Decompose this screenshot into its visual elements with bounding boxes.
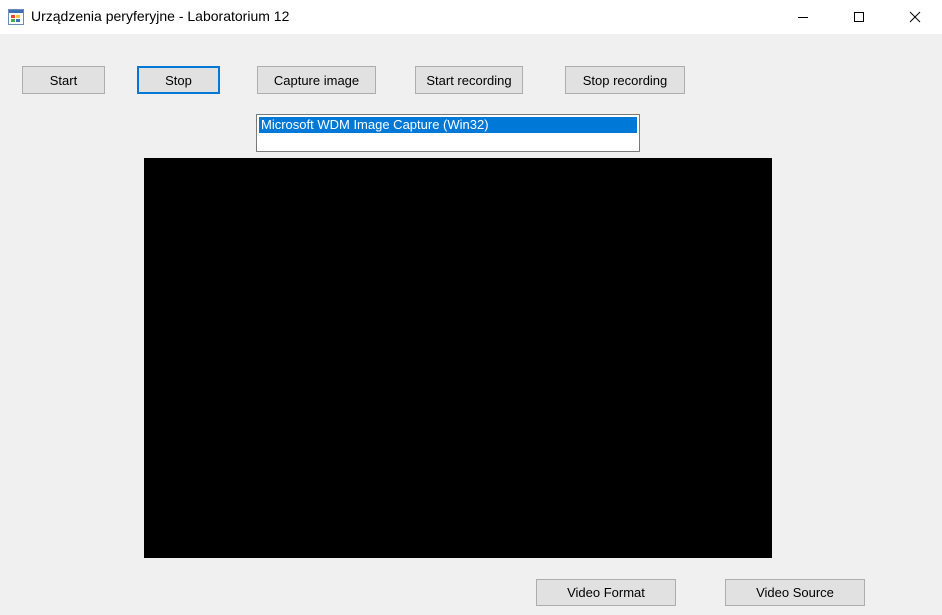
start-recording-button[interactable]: Start recording bbox=[415, 66, 523, 94]
minimize-button[interactable] bbox=[780, 0, 826, 34]
stop-button[interactable]: Stop bbox=[137, 66, 220, 94]
minimize-icon bbox=[798, 17, 808, 18]
form-client-area: Start Stop Capture image Start recording… bbox=[0, 34, 942, 615]
form-icon bbox=[8, 9, 24, 25]
window-title: Urządzenia peryferyjne - Laboratorium 12 bbox=[31, 8, 290, 24]
video-source-button[interactable]: Video Source bbox=[725, 579, 865, 606]
stop-recording-button[interactable]: Stop recording bbox=[565, 66, 685, 94]
title-bar[interactable]: Urządzenia peryferyjne - Laboratorium 12 bbox=[0, 0, 942, 34]
capture-image-button[interactable]: Capture image bbox=[257, 66, 376, 94]
video-preview bbox=[144, 158, 772, 558]
device-list-item[interactable]: Microsoft WDM Image Capture (Win32) bbox=[259, 117, 637, 133]
maximize-button[interactable] bbox=[836, 0, 882, 34]
device-listbox[interactable]: Microsoft WDM Image Capture (Win32) bbox=[256, 114, 640, 152]
maximize-icon bbox=[854, 12, 864, 22]
close-button[interactable] bbox=[892, 0, 938, 34]
start-button[interactable]: Start bbox=[22, 66, 105, 94]
video-format-button[interactable]: Video Format bbox=[536, 579, 676, 606]
close-icon bbox=[909, 11, 921, 23]
